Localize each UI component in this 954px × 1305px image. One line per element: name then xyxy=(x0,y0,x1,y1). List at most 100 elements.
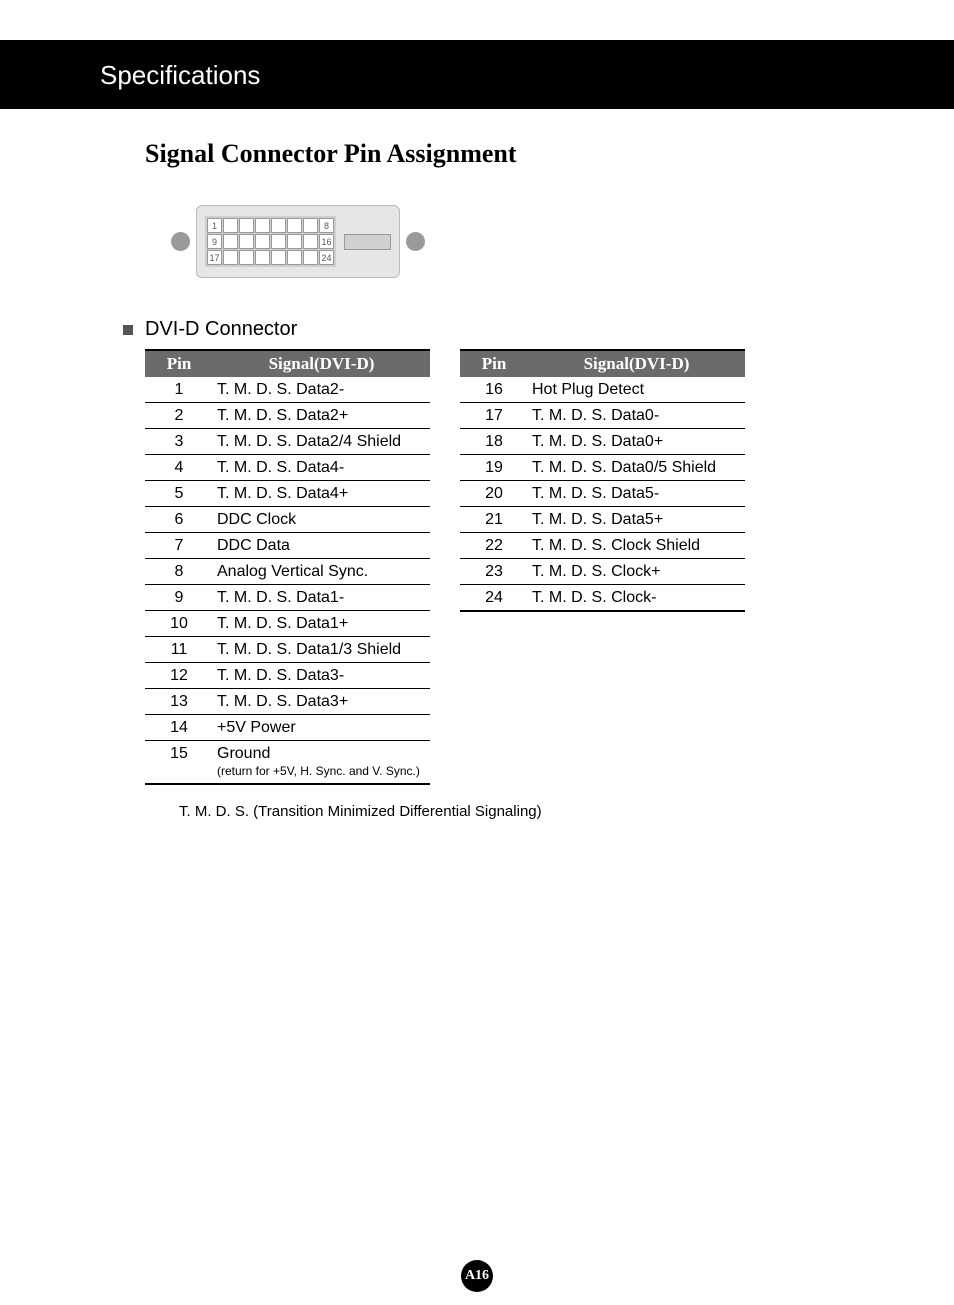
signal-cell: T. M. D. S. Data4- xyxy=(213,455,430,481)
pin-cell: 6 xyxy=(145,507,213,533)
pin-cell: 4 xyxy=(145,455,213,481)
signal-cell: DDC Clock xyxy=(213,507,430,533)
pin-square xyxy=(255,250,270,265)
signal-cell: T. M. D. S. Data0- xyxy=(528,403,745,429)
pin-cell: 7 xyxy=(145,533,213,559)
pin-tables: Pin Signal(DVI-D) 1T. M. D. S. Data2-2T.… xyxy=(145,349,854,785)
table-row: 16Hot Plug Detect xyxy=(460,377,745,403)
signal-cell: T. M. D. S. Data3+ xyxy=(213,689,430,715)
signal-cell: T. M. D. S. Data5+ xyxy=(528,507,745,533)
pin-cell: 3 xyxy=(145,429,213,455)
signal-cell: Hot Plug Detect xyxy=(528,377,745,403)
table-row: 11T. M. D. S. Data1/3 Shield xyxy=(145,637,430,663)
table-row: 6DDC Clock xyxy=(145,507,430,533)
signal-cell: DDC Data xyxy=(213,533,430,559)
table-row: 15Ground (return for +5V, H. Sync. and V… xyxy=(145,741,430,784)
pin-table-left: Pin Signal(DVI-D) 1T. M. D. S. Data2-2T.… xyxy=(145,349,430,785)
table-row: 18T. M. D. S. Data0+ xyxy=(460,429,745,455)
pin-square xyxy=(271,250,286,265)
pin-cell: 8 xyxy=(145,559,213,585)
pin-square xyxy=(303,218,318,233)
pin-square xyxy=(271,218,286,233)
pin-cell: 24 xyxy=(460,585,528,612)
pin-square xyxy=(223,218,238,233)
subheading-row: DVI-D Connector xyxy=(145,318,854,341)
pin-square xyxy=(287,250,302,265)
pin-cell: 14 xyxy=(145,715,213,741)
pin-corner: 24 xyxy=(319,250,334,265)
pin-corner: 16 xyxy=(319,234,334,249)
pin-corner: 1 xyxy=(207,218,222,233)
pin-square xyxy=(223,250,238,265)
signal-cell: +5V Power xyxy=(213,715,430,741)
table-row: 3T. M. D. S. Data2/4 Shield xyxy=(145,429,430,455)
section-header: Specifications xyxy=(0,40,954,109)
pin-cell: 11 xyxy=(145,637,213,663)
pin-cell: 12 xyxy=(145,663,213,689)
square-bullet-icon xyxy=(123,325,133,335)
table-row: 10T. M. D. S. Data1+ xyxy=(145,611,430,637)
pin-square xyxy=(255,218,270,233)
table-row: 4T. M. D. S. Data4- xyxy=(145,455,430,481)
pin-square xyxy=(255,234,270,249)
th-signal: Signal(DVI-D) xyxy=(213,350,430,377)
pin-cell: 19 xyxy=(460,455,528,481)
pin-table-right: Pin Signal(DVI-D) 16Hot Plug Detect17T. … xyxy=(460,349,745,612)
pin-square xyxy=(287,234,302,249)
tmds-footnote: T. M. D. S. (Transition Minimized Differ… xyxy=(179,803,854,820)
pin-square xyxy=(271,234,286,249)
pin-cell: 18 xyxy=(460,429,528,455)
pin-square xyxy=(303,250,318,265)
pin-cell: 16 xyxy=(460,377,528,403)
pin-cell: 9 xyxy=(145,585,213,611)
pin-cell: 1 xyxy=(145,377,213,403)
table-row: 20T. M. D. S. Data5- xyxy=(460,481,745,507)
pin-cell: 22 xyxy=(460,533,528,559)
pin-cell: 5 xyxy=(145,481,213,507)
table-row: 9T. M. D. S. Data1- xyxy=(145,585,430,611)
signal-cell: Analog Vertical Sync. xyxy=(213,559,430,585)
pin-square xyxy=(239,250,254,265)
pin-square xyxy=(287,218,302,233)
pin-cell: 23 xyxy=(460,559,528,585)
screw-left-icon xyxy=(171,232,190,251)
th-pin: Pin xyxy=(460,350,528,377)
table-row: 24T. M. D. S. Clock- xyxy=(460,585,745,612)
table-row: 13T. M. D. S. Data3+ xyxy=(145,689,430,715)
signal-subnote: (return for +5V, H. Sync. and V. Sync.) xyxy=(217,764,426,780)
table-row: 2T. M. D. S. Data2+ xyxy=(145,403,430,429)
signal-cell: T. M. D. S. Clock Shield xyxy=(528,533,745,559)
signal-cell: T. M. D. S. Data4+ xyxy=(213,481,430,507)
th-pin: Pin xyxy=(145,350,213,377)
table-row: 7DDC Data xyxy=(145,533,430,559)
pin-cell: 21 xyxy=(460,507,528,533)
table-row: 19T. M. D. S. Data0/5 Shield xyxy=(460,455,745,481)
connector-subheading: DVI-D Connector xyxy=(145,318,297,341)
pin-corner: 17 xyxy=(207,250,222,265)
pin-cell: 2 xyxy=(145,403,213,429)
connector-body: 1 8 9 16 17 xyxy=(196,205,400,278)
pin-grid: 1 8 9 16 17 xyxy=(205,216,336,267)
pin-square xyxy=(303,234,318,249)
signal-cell: T. M. D. S. Data1- xyxy=(213,585,430,611)
signal-cell: T. M. D. S. Data5- xyxy=(528,481,745,507)
table-row: 22T. M. D. S. Clock Shield xyxy=(460,533,745,559)
pin-cell: 10 xyxy=(145,611,213,637)
pin-cell: 20 xyxy=(460,481,528,507)
table-row: 5T. M. D. S. Data4+ xyxy=(145,481,430,507)
pin-square xyxy=(239,218,254,233)
connector-diagram: 1 8 9 16 17 xyxy=(165,205,854,278)
signal-cell: T. M. D. S. Data2+ xyxy=(213,403,430,429)
page-content: Signal Connector Pin Assignment 1 8 9 1 xyxy=(0,109,954,860)
signal-cell: T. M. D. S. Clock- xyxy=(528,585,745,612)
signal-cell: T. M. D. S. Data0+ xyxy=(528,429,745,455)
screw-right-icon xyxy=(406,232,425,251)
ground-blade-icon xyxy=(344,234,391,250)
table-row: 14+5V Power xyxy=(145,715,430,741)
table-row: 23T. M. D. S. Clock+ xyxy=(460,559,745,585)
table-row: 8Analog Vertical Sync. xyxy=(145,559,430,585)
table-row: 12T. M. D. S. Data3- xyxy=(145,663,430,689)
signal-cell: T. M. D. S. Data1+ xyxy=(213,611,430,637)
pin-corner: 8 xyxy=(319,218,334,233)
page-number-badge: A16 xyxy=(461,1260,493,1292)
